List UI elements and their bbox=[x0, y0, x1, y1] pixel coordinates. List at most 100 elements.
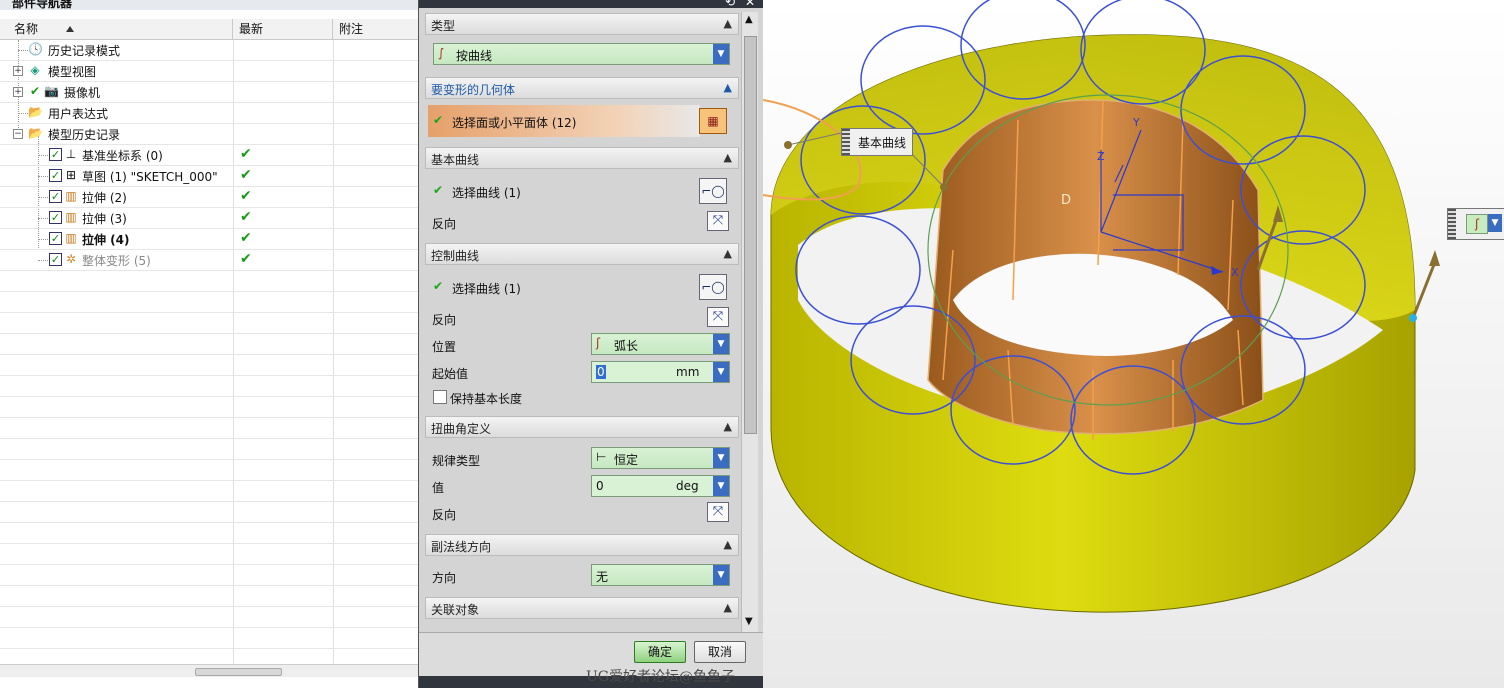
collapse-chevron-icon[interactable]: ▲ bbox=[724, 17, 732, 30]
part-navigator: 部件导航器 名称 最新 附注 🕓 历史记录模式 + ◈ 模型视图 + ✔ 📷 摄… bbox=[0, 0, 419, 688]
reverse-direction-button[interactable]: ⤧ bbox=[707, 211, 729, 231]
check-icon: ✔ bbox=[29, 84, 41, 98]
tree-row-extrude-4[interactable]: ✓ ▥ 拉伸 (4) ✔ bbox=[0, 229, 418, 250]
visibility-checkbox[interactable]: ✓ bbox=[49, 169, 62, 182]
tree-row-global-shaping[interactable]: ✓ ✲ 整体变形 (5) ✔ bbox=[0, 250, 418, 271]
base-curve-tooltip: 基本曲线 bbox=[841, 128, 913, 156]
y-axis-label: Y bbox=[1132, 116, 1140, 129]
empty-row bbox=[0, 271, 418, 292]
tree-row-model-views[interactable]: + ◈ 模型视图 bbox=[0, 61, 418, 82]
curve-point bbox=[784, 141, 792, 149]
arrow-down-icon[interactable]: ▼ bbox=[713, 476, 729, 496]
group-type[interactable]: 类型 ▲ bbox=[425, 13, 739, 35]
chevron-down-icon[interactable]: ▼ bbox=[713, 448, 729, 468]
group-control-curve[interactable]: 控制曲线 ▲ bbox=[425, 243, 739, 265]
group-binormal[interactable]: 副法线方向 ▲ bbox=[425, 534, 739, 556]
collapse-chevron-icon[interactable]: ▲ bbox=[724, 247, 732, 260]
collapse-chevron-icon[interactable]: ▲ bbox=[724, 81, 732, 94]
graphics-viewport[interactable]: X Y Z D 基本曲线 ʃ ▼ bbox=[763, 0, 1504, 688]
tree-row-label: 拉伸 (2) bbox=[82, 191, 127, 205]
model-graphics[interactable]: X Y Z D bbox=[763, 0, 1504, 688]
arrow-down-icon[interactable]: ▼ bbox=[713, 362, 729, 382]
tree-row-label: 模型视图 bbox=[48, 65, 97, 79]
select-curve-button[interactable]: ⌐◯ bbox=[699, 178, 727, 204]
expand-icon[interactable]: + bbox=[13, 87, 23, 97]
latest-check-icon: ✔ bbox=[240, 188, 252, 204]
chevron-down-icon[interactable]: ▼ bbox=[1488, 214, 1502, 232]
empty-row bbox=[0, 292, 418, 313]
group-base-curve[interactable]: 基本曲线 ▲ bbox=[425, 147, 739, 169]
collapse-icon[interactable]: − bbox=[13, 129, 23, 139]
select-curve-button[interactable]: ⌐◯ bbox=[699, 274, 727, 300]
reverse-direction-button[interactable]: ⤧ bbox=[707, 307, 729, 327]
tree-row-label: 基准坐标系 (0) bbox=[82, 149, 163, 163]
column-header-latest[interactable]: 最新 bbox=[233, 19, 333, 39]
tree-row-history-mode[interactable]: 🕓 历史记录模式 bbox=[0, 40, 418, 61]
collapse-chevron-icon[interactable]: ▲ bbox=[724, 538, 732, 551]
tree-row-sketch[interactable]: ✓ ⊞ 草图 (1) "SKETCH_000" ✔ bbox=[0, 166, 418, 187]
close-icon[interactable]: ✕ bbox=[743, 0, 757, 8]
scrollbar-thumb[interactable] bbox=[195, 668, 282, 676]
visibility-checkbox[interactable]: ✓ bbox=[49, 211, 62, 224]
keep-length-checkbox[interactable] bbox=[433, 390, 447, 404]
empty-row bbox=[0, 397, 418, 418]
tree-row-cameras[interactable]: + ✔ 📷 摄像机 bbox=[0, 82, 418, 103]
dialog-vertical-scrollbar[interactable]: ▲ ▼ bbox=[741, 12, 758, 632]
keep-length-label: 保持基本长度 bbox=[450, 392, 523, 406]
type-dropdown[interactable]: ∫ 按曲线 ▼ bbox=[433, 43, 730, 65]
tree-row-user-expressions[interactable]: 📂 用户表达式 bbox=[0, 103, 418, 124]
select-face-button[interactable]: ▦ bbox=[699, 108, 727, 134]
d-label: D bbox=[1061, 193, 1071, 208]
column-header-notes[interactable]: 附注 bbox=[333, 19, 418, 39]
group-geometry[interactable]: 要变形的几何体 ▲ bbox=[425, 77, 739, 99]
twist-value-field[interactable]: 0 deg ▼ bbox=[591, 475, 730, 497]
column-header-name[interactable]: 名称 bbox=[8, 19, 233, 39]
direction-vector bbox=[1411, 261, 1437, 319]
ok-button[interactable]: 确定 bbox=[634, 641, 686, 663]
visibility-checkbox[interactable]: ✓ bbox=[49, 253, 62, 266]
start-value-field[interactable]: 0 mm ▼ bbox=[591, 361, 730, 383]
navigator-tree: 🕓 历史记录模式 + ◈ 模型视图 + ✔ 📷 摄像机 📂 用户表达式 − 📂 … bbox=[0, 40, 418, 670]
chevron-down-icon[interactable]: ▼ bbox=[713, 44, 729, 64]
navigator-titlebar: 部件导航器 bbox=[0, 0, 418, 10]
check-icon: ✔ bbox=[433, 279, 444, 293]
law-type-dropdown[interactable]: ⊢ 恒定 ▼ bbox=[591, 447, 730, 469]
tree-row-datum-csys[interactable]: ✓ ⊥ 基准坐标系 (0) ✔ bbox=[0, 145, 418, 166]
expand-icon[interactable]: + bbox=[13, 66, 23, 76]
folder-icon: 📂 bbox=[28, 105, 43, 119]
position-dropdown[interactable]: ʃ 弧长 ▼ bbox=[591, 333, 730, 355]
collapse-chevron-icon[interactable]: ▲ bbox=[724, 601, 732, 614]
tree-row-label: 用户表达式 bbox=[48, 107, 109, 121]
tree-row-extrude-2[interactable]: ✓ ▥ 拉伸 (2) ✔ bbox=[0, 187, 418, 208]
cancel-button[interactable]: 取消 bbox=[694, 641, 746, 663]
collapse-chevron-icon[interactable]: ▲ bbox=[724, 420, 732, 433]
model-view-icon: ◈ bbox=[30, 63, 40, 77]
collapse-chevron-icon[interactable]: ▲ bbox=[724, 151, 732, 164]
extrude-icon: ▥ bbox=[65, 189, 77, 203]
visibility-checkbox[interactable]: ✓ bbox=[49, 232, 62, 245]
select-faces-row[interactable]: ✔ 选择面或小平面体 (12) bbox=[428, 105, 700, 137]
group-associated-objects[interactable]: 关联对象 ▲ bbox=[425, 597, 739, 619]
mini-dropdown-widget[interactable]: ʃ ▼ bbox=[1447, 208, 1504, 240]
tree-row-extrude-3[interactable]: ✓ ▥ 拉伸 (3) ✔ bbox=[0, 208, 418, 229]
global-shaping-icon: ✲ bbox=[65, 252, 77, 266]
scrollbar-thumb[interactable] bbox=[744, 36, 757, 434]
tree-row-model-history[interactable]: − 📂 模型历史记录 bbox=[0, 124, 418, 145]
curve-type-icon: ∫ bbox=[438, 46, 445, 60]
chevron-down-icon[interactable]: ▼ bbox=[713, 334, 729, 354]
reset-icon[interactable]: ⟲ bbox=[723, 0, 737, 8]
visibility-checkbox[interactable]: ✓ bbox=[49, 190, 62, 203]
chevron-down-icon[interactable]: ▼ bbox=[713, 565, 729, 585]
group-twist[interactable]: 扭曲角定义 ▲ bbox=[425, 416, 739, 438]
direction-dropdown[interactable]: 无 ▼ bbox=[591, 564, 730, 586]
scroll-up-icon[interactable]: ▲ bbox=[745, 14, 753, 25]
visibility-checkbox[interactable]: ✓ bbox=[49, 148, 62, 161]
horizontal-scrollbar[interactable] bbox=[0, 664, 418, 677]
global-shaping-dialog: ⟲ ✕ 类型 ▲ ∫ 按曲线 ▼ 要变形的几何体 ▲ ✔ 选择面或小平面体 (1… bbox=[418, 0, 764, 688]
clock-icon: 🕓 bbox=[28, 42, 43, 56]
empty-row bbox=[0, 481, 418, 502]
scroll-down-icon[interactable]: ▼ bbox=[745, 616, 753, 627]
reverse-direction-button[interactable]: ⤧ bbox=[707, 502, 729, 522]
empty-row bbox=[0, 544, 418, 565]
empty-row bbox=[0, 502, 418, 523]
